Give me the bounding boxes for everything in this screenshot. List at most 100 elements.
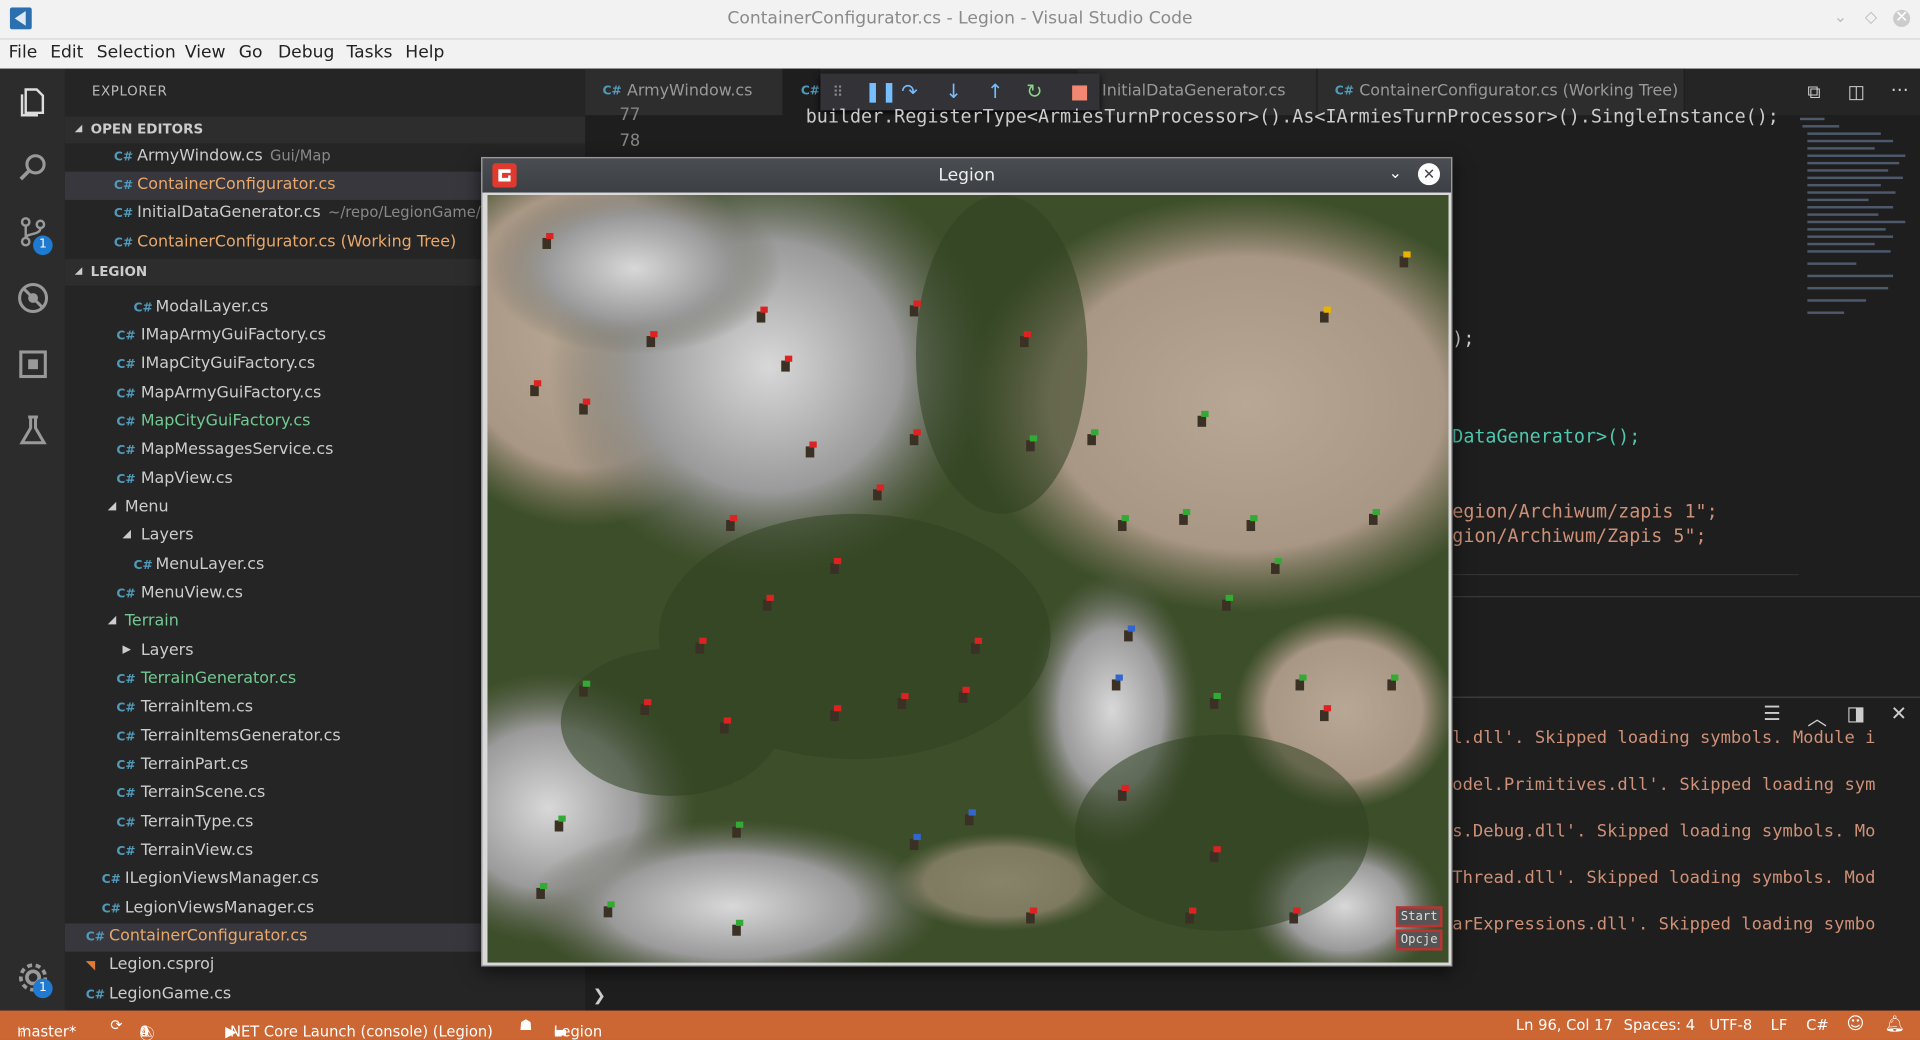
army-unit-marker[interactable] [1209, 851, 1219, 863]
army-unit-marker[interactable] [695, 642, 705, 654]
maximize-panel-icon[interactable]: ︿ [1807, 702, 1827, 731]
options-button[interactable]: Opcje [1395, 929, 1443, 951]
menu-edit[interactable]: Edit [50, 43, 83, 63]
army-unit-marker[interactable] [579, 685, 588, 697]
army-unit-marker[interactable] [536, 887, 545, 899]
army-unit-marker[interactable] [530, 385, 539, 397]
game-map[interactable]: Start Opcje [487, 194, 1449, 963]
more-actions-icon[interactable]: ⋯ [1891, 78, 1909, 100]
army-unit-marker[interactable] [1026, 440, 1035, 452]
army-unit-marker[interactable] [762, 599, 772, 611]
game-close-icon[interactable]: ✕ [1417, 163, 1441, 186]
army-unit-marker[interactable] [1320, 710, 1329, 722]
open-editors-section[interactable]: ◢ OPEN EDITORS [64, 116, 586, 144]
indentation[interactable]: Spaces: 4 [1624, 1017, 1695, 1034]
army-unit-marker[interactable] [1087, 434, 1096, 446]
army-unit-marker[interactable] [805, 446, 815, 458]
army-unit-marker[interactable] [909, 305, 919, 317]
army-unit-marker[interactable] [726, 519, 735, 532]
army-unit-marker[interactable] [1197, 415, 1207, 427]
army-unit-marker[interactable] [1399, 256, 1409, 268]
step-over-icon[interactable]: ↷ [901, 80, 917, 103]
army-unit-marker[interactable] [964, 814, 974, 826]
army-unit-marker[interactable] [830, 710, 839, 722]
army-unit-marker[interactable] [1185, 912, 1194, 924]
minimize-icon[interactable]: ⌄ [1832, 9, 1849, 27]
game-minimize-icon[interactable]: ⌄ [1389, 164, 1402, 182]
army-unit-marker[interactable] [732, 924, 741, 936]
tab-armywindow[interactable]: C# ArmyWindow.cs [585, 68, 784, 116]
start-button[interactable]: Start [1395, 906, 1443, 928]
notifications-bell-icon[interactable]: 🔔︎ [1885, 1015, 1905, 1033]
army-unit-marker[interactable] [640, 703, 649, 715]
encoding[interactable]: UTF-8 [1709, 1017, 1752, 1034]
debug-icon[interactable] [15, 280, 52, 317]
army-unit-marker[interactable] [1246, 519, 1256, 532]
army-unit-marker[interactable] [897, 697, 907, 709]
army-unit-marker[interactable] [579, 403, 588, 415]
git-sync-icon[interactable]: ☗ [519, 1017, 532, 1034]
army-unit-marker[interactable] [1124, 630, 1133, 642]
stop-icon[interactable]: ■ [1070, 80, 1089, 103]
terrain-image[interactable] [487, 194, 1449, 963]
army-unit-marker[interactable] [971, 642, 980, 654]
army-unit-marker[interactable] [732, 826, 741, 838]
menu-file[interactable]: File [9, 43, 38, 63]
step-into-icon[interactable]: ↓ [945, 80, 961, 103]
army-unit-marker[interactable] [873, 489, 882, 501]
maximize-icon[interactable]: ◇ [1862, 9, 1879, 27]
minimap[interactable] [1800, 115, 1910, 336]
army-unit-marker[interactable] [1020, 336, 1029, 348]
army-unit-marker[interactable] [1271, 562, 1280, 574]
panel-layout-icon[interactable]: ◨ [1847, 702, 1866, 725]
menu-debug[interactable]: Debug [278, 43, 334, 63]
army-unit-marker[interactable] [909, 434, 919, 446]
army-unit-marker[interactable] [1387, 679, 1396, 691]
army-unit-marker[interactable] [830, 562, 839, 574]
search-icon[interactable] [15, 150, 52, 187]
army-unit-marker[interactable] [1179, 513, 1188, 525]
test-flask-icon[interactable] [15, 412, 52, 449]
close-panel-icon[interactable]: ✕ [1891, 702, 1907, 725]
restart-icon[interactable]: ↻ [1026, 80, 1042, 103]
menu-view[interactable]: View [185, 43, 226, 63]
files-icon[interactable] [15, 83, 52, 120]
army-unit-marker[interactable] [1026, 912, 1035, 924]
extensions-icon[interactable] [15, 346, 52, 383]
army-unit-marker[interactable] [554, 820, 564, 832]
army-unit-marker[interactable] [909, 838, 919, 850]
menu-go[interactable]: Go [239, 43, 263, 63]
cursor-position[interactable]: Ln 96, Col 17 [1516, 1017, 1613, 1034]
army-unit-marker[interactable] [1289, 912, 1298, 924]
army-unit-marker[interactable] [1320, 311, 1329, 323]
army-unit-marker[interactable] [1209, 697, 1219, 709]
step-out-icon[interactable]: ↑ [987, 80, 1003, 103]
drag-handle-icon[interactable]: ⠿ [833, 83, 844, 100]
army-unit-marker[interactable] [1295, 679, 1305, 691]
open-changes-icon[interactable]: ⧉ [1807, 81, 1820, 103]
sync-icon[interactable]: ⟳ [110, 1017, 122, 1034]
army-unit-marker[interactable] [646, 336, 656, 348]
menu-selection[interactable]: Selection [97, 43, 176, 63]
tree-file[interactable]: C# LegionGame.cs [65, 981, 585, 1009]
army-unit-marker[interactable] [542, 237, 552, 249]
army-unit-marker[interactable] [603, 906, 613, 918]
menu-tasks[interactable]: Tasks [347, 43, 393, 63]
language-mode[interactable]: C# [1806, 1017, 1829, 1034]
army-unit-marker[interactable] [958, 691, 968, 703]
menu-help[interactable]: Help [405, 43, 444, 63]
army-unit-marker[interactable] [1368, 513, 1378, 525]
feedback-smiley-icon[interactable]: ☺ [1847, 1014, 1865, 1034]
debug-console-prompt[interactable]: ❯ [593, 987, 606, 1005]
close-window-icon[interactable]: ✕ [1893, 9, 1911, 27]
clear-output-icon[interactable]: ☰ [1763, 702, 1781, 725]
army-unit-marker[interactable] [1111, 679, 1121, 691]
split-editor-icon[interactable]: ◫ [1848, 81, 1865, 103]
line-ending[interactable]: LF [1771, 1017, 1788, 1034]
pause-icon[interactable]: ❚❚ [864, 80, 897, 103]
army-unit-marker[interactable] [756, 311, 766, 323]
army-unit-marker[interactable] [720, 722, 729, 734]
army-unit-marker[interactable] [781, 360, 790, 372]
army-unit-marker[interactable] [1222, 599, 1231, 611]
army-unit-marker[interactable] [1117, 519, 1127, 532]
